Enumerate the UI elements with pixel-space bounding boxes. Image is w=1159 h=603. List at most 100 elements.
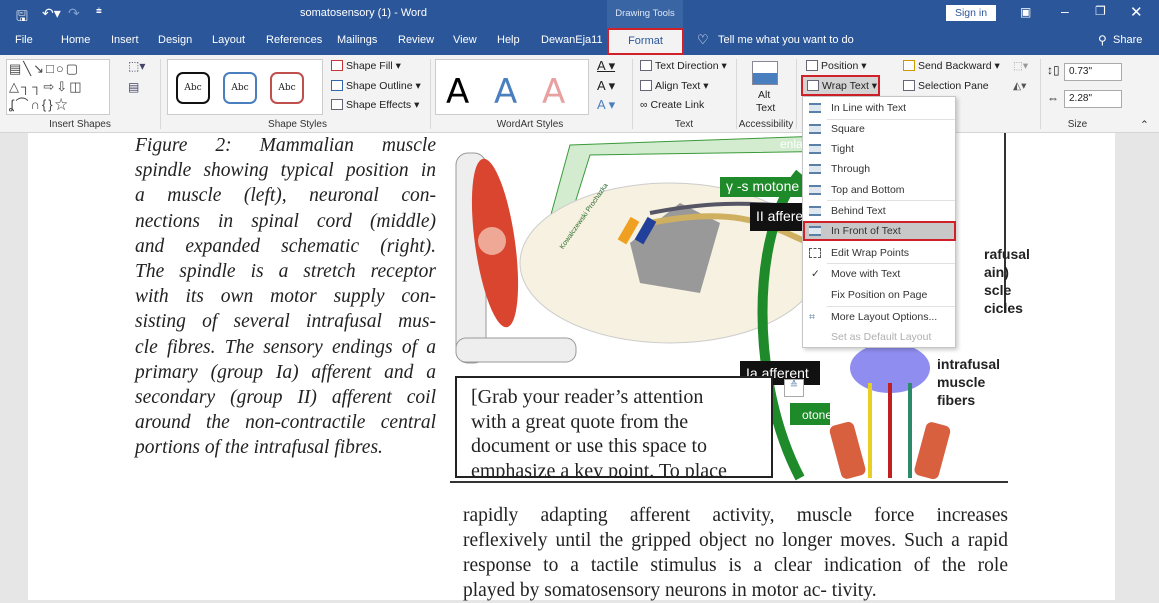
- align-text-icon: [640, 80, 652, 91]
- text-box-icon[interactable]: ▤: [128, 80, 139, 94]
- customize-icon[interactable]: ⩧: [96, 6, 102, 17]
- group-icon[interactable]: ⬚▾: [1013, 60, 1028, 72]
- menu-item-in-line-with-text[interactable]: In Line with Text: [803, 98, 955, 118]
- menu-item-in-front-of-text[interactable]: In Front of Text: [803, 221, 956, 241]
- tab-dewaneja11[interactable]: DewanEja11: [541, 34, 603, 46]
- shape-height-icon: ↕▯: [1047, 63, 1060, 77]
- menu-item-through[interactable]: Through: [803, 159, 955, 179]
- tab-help[interactable]: Help: [497, 34, 520, 46]
- shape-height-input[interactable]: 0.73": [1064, 63, 1122, 81]
- text-outline-icon[interactable]: A ▾: [597, 78, 615, 94]
- tab-insert[interactable]: Insert: [111, 34, 139, 46]
- drawing-tools-label: Drawing Tools: [607, 0, 683, 28]
- redo-icon[interactable]: ↷: [68, 5, 80, 22]
- tab-format[interactable]: Format: [607, 28, 684, 55]
- menu-item-behind-text[interactable]: Behind Text: [803, 201, 955, 221]
- text-direction-button[interactable]: Text Direction ▾: [640, 60, 727, 72]
- pull-quote-textbox[interactable]: [Grab your reader’s attention with a gre…: [455, 376, 773, 478]
- quote-line: with a great quote from the: [471, 410, 689, 433]
- text-direction-icon: [640, 60, 652, 71]
- wrap-text-button[interactable]: Wrap Text ▾: [801, 75, 880, 96]
- menu-item-move-with-text[interactable]: ✓ Move with Text: [803, 264, 955, 284]
- alt-text-label-2[interactable]: Text: [756, 102, 775, 114]
- wrap-text-menu: In Line with Text Square Tight Through T…: [802, 96, 956, 348]
- tab-review[interactable]: Review: [398, 34, 434, 46]
- edit-shape-icon[interactable]: ⬚▾: [128, 59, 145, 73]
- sign-in-button[interactable]: Sign in: [946, 5, 996, 21]
- tell-me-search[interactable]: Tell me what you want to do: [718, 34, 854, 46]
- restore-icon[interactable]: ❐: [1095, 4, 1106, 18]
- ii-afferent-label: II affere: [756, 208, 804, 224]
- tab-file[interactable]: File: [15, 34, 33, 46]
- position-button[interactable]: Position ▾: [806, 60, 867, 72]
- wordart-preset[interactable]: A: [494, 72, 517, 112]
- quote-line: document or use this space to: [471, 435, 708, 457]
- size-label: Size: [1067, 119, 1088, 130]
- layout-options-icon[interactable]: ≙: [784, 379, 804, 397]
- tab-view[interactable]: View: [453, 34, 477, 46]
- selection-pane-button[interactable]: Selection Pane: [903, 80, 989, 92]
- selection-pane-icon: [903, 80, 915, 91]
- share-icon[interactable]: ⚲: [1098, 33, 1107, 47]
- shape-fill-button[interactable]: Shape Fill ▾: [331, 60, 401, 72]
- enlarged-label: enla: [780, 137, 803, 151]
- tab-home[interactable]: Home: [61, 34, 90, 46]
- tab-design[interactable]: Design: [158, 34, 192, 46]
- save-icon[interactable]: 🖫: [16, 6, 28, 30]
- square-wrap-icon: [809, 124, 821, 134]
- send-backward-icon: [903, 60, 915, 71]
- bone-shape: [455, 337, 577, 363]
- minimize-icon[interactable]: –: [1061, 3, 1069, 19]
- tab-references[interactable]: References: [266, 34, 322, 46]
- caption-line: a muscle (left), neuronal con-: [135, 185, 436, 207]
- insert-shapes-label: Insert Shapes: [49, 119, 111, 130]
- alt-text-icon[interactable]: [752, 61, 778, 85]
- wordart-gallery[interactable]: A A A: [435, 59, 589, 115]
- tab-mailings[interactable]: Mailings: [337, 34, 377, 46]
- wordart-preset[interactable]: A: [542, 72, 565, 112]
- spindle-marker: [478, 227, 506, 255]
- caption-line: cle fibres. The sensory endings of a: [135, 336, 436, 358]
- shapes-gallery[interactable]: ▤╲↘□○▢ △┐┐⇨⇩◫ ʆ⌒∩{}☆: [6, 59, 110, 115]
- behind-text-icon: [809, 206, 821, 216]
- send-backward-button[interactable]: Send Backward ▾: [903, 60, 1000, 72]
- shape-outline-button[interactable]: Shape Outline ▾: [331, 80, 421, 92]
- effects-icon: [331, 99, 343, 110]
- menu-item-top-and-bottom[interactable]: Top and Bottom: [803, 180, 955, 200]
- lightbulb-icon: ♡: [697, 32, 709, 47]
- menu-item-edit-wrap-points[interactable]: Edit Wrap Points: [803, 243, 955, 263]
- menu-item-square[interactable]: Square: [803, 119, 955, 139]
- shape-style-preset[interactable]: Abc: [270, 72, 304, 104]
- shape-styles-gallery[interactable]: Abc Abc Abc: [167, 59, 323, 115]
- caption-line: and expanded schematic (right).: [135, 235, 436, 257]
- menu-item-tight[interactable]: Tight: [803, 139, 955, 159]
- body-line: played by somatosensory neurons in motor…: [463, 580, 877, 601]
- menu-item-more-layout-options[interactable]: ⌗ More Layout Options...: [803, 307, 955, 327]
- intrafusal-chain-label: rafusal ain) scle cicles: [984, 246, 1030, 316]
- text-fill-icon[interactable]: A ▾: [597, 58, 615, 74]
- body-line: reflexively until the gripped object no …: [463, 530, 1008, 551]
- inline-wrap-icon: [809, 103, 821, 113]
- caption-line: with its own motor supply con-: [135, 286, 436, 308]
- ribbon-display-icon[interactable]: ▣: [1020, 5, 1031, 19]
- align-text-button[interactable]: Align Text ▾: [640, 80, 709, 92]
- wordart-preset[interactable]: A: [446, 72, 469, 112]
- tab-layout[interactable]: Layout: [212, 34, 245, 46]
- close-icon[interactable]: ✕: [1130, 3, 1143, 21]
- motoneuron-label: otoneuron: [802, 408, 857, 422]
- text-effects-icon[interactable]: A ▾: [597, 97, 615, 113]
- rotate-icon[interactable]: ◭▾: [1013, 80, 1026, 92]
- shape-style-preset[interactable]: Abc: [176, 72, 210, 104]
- shape-effects-button[interactable]: Shape Effects ▾: [331, 99, 419, 111]
- caption-line: around the non-contractile central: [135, 412, 436, 434]
- shape-width-input[interactable]: 2.28": [1064, 90, 1122, 108]
- shape-style-preset[interactable]: Abc: [223, 72, 257, 104]
- create-link-button[interactable]: ∞ Create Link: [640, 99, 704, 111]
- alt-text-label-1[interactable]: Alt: [758, 89, 770, 101]
- collapse-ribbon-icon[interactable]: ⌃: [1140, 119, 1149, 131]
- quote-line: emphasize a key point. To place: [471, 459, 727, 478]
- menu-item-fix-position-on-page[interactable]: Fix Position on Page: [803, 285, 955, 305]
- link-icon: ∞: [640, 99, 648, 111]
- undo-icon[interactable]: ↶▾: [42, 5, 61, 22]
- share-button[interactable]: Share: [1113, 34, 1142, 46]
